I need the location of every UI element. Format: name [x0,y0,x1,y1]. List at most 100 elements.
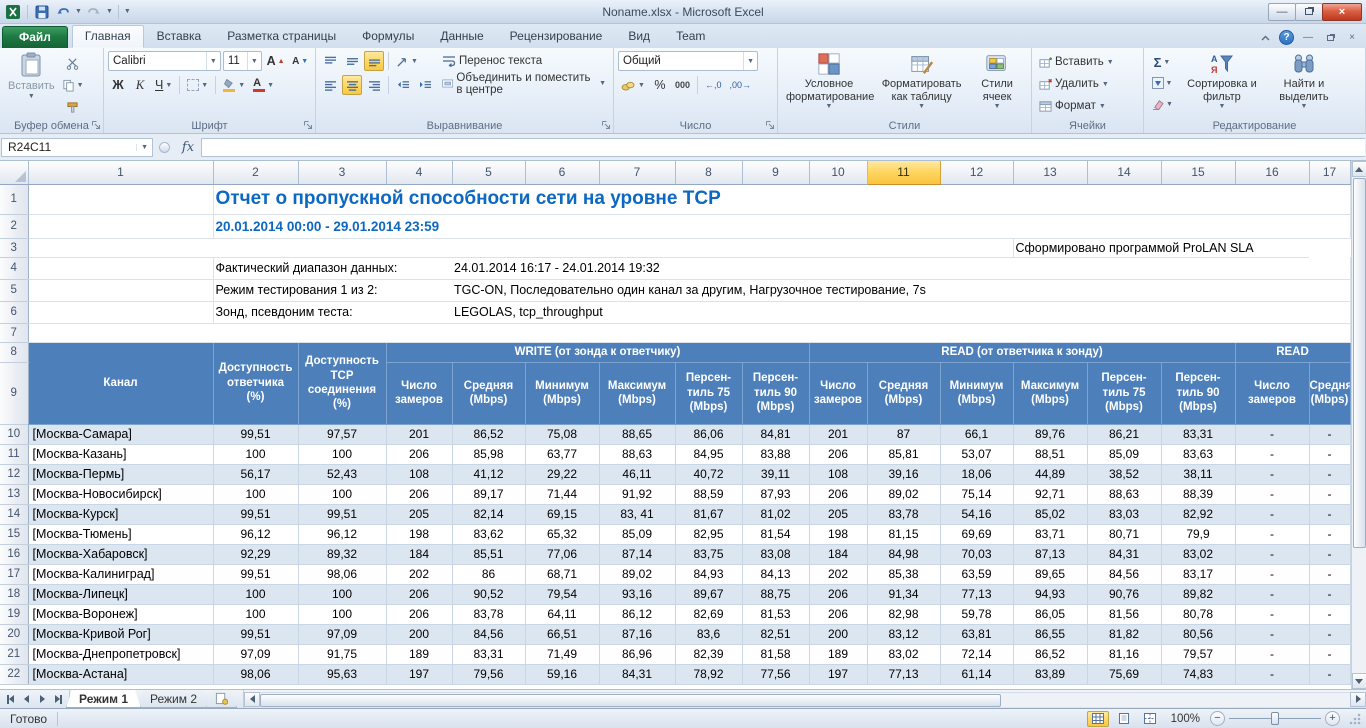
value-cell[interactable]: 206 [809,484,867,504]
value-cell[interactable]: 205 [386,504,452,524]
vertical-scrollbar[interactable] [1351,161,1366,689]
row-header[interactable]: 15 [0,524,28,544]
value-cell[interactable]: 79,57 [1161,644,1235,664]
value-cell[interactable]: 39,11 [742,464,809,484]
value-cell[interactable]: - [1235,424,1309,444]
value-cell[interactable]: 87,93 [742,484,809,504]
tab-view[interactable]: Вид [615,25,663,48]
value-cell[interactable]: 83,31 [452,644,525,664]
value-cell[interactable]: 86 [452,564,525,584]
column-header[interactable]: 17 [1309,161,1350,184]
zoom-out-icon[interactable]: − [1210,711,1225,726]
value-cell[interactable]: 77,13 [867,664,940,684]
value-cell[interactable]: 201 [386,424,452,444]
value-cell[interactable]: 100 [298,604,386,624]
decrease-indent-button[interactable] [393,75,413,95]
value-cell[interactable]: 84,13 [742,564,809,584]
value-cell[interactable]: - [1235,484,1309,504]
value-cell[interactable]: 75,14 [940,484,1013,504]
value-cell[interactable]: 206 [386,584,452,604]
channel-cell[interactable]: [Москва-Калиниград] [28,564,213,584]
value-cell[interactable]: 71,49 [525,644,599,664]
report-title-cell[interactable]: Отчет о пропускной способности сети на у… [213,184,809,214]
value-cell[interactable]: 197 [809,664,867,684]
value-cell[interactable]: 84,93 [675,564,742,584]
value-cell[interactable]: 85,02 [1013,504,1087,524]
value-cell[interactable]: - [1309,544,1350,564]
value-cell[interactable]: 91,75 [298,644,386,664]
row-header[interactable]: 4 [0,257,28,279]
value-cell[interactable]: 89,32 [298,544,386,564]
row-header[interactable]: 20 [0,624,28,644]
value-cell[interactable]: 85,09 [1087,444,1161,464]
value-cell[interactable]: 83,6 [675,624,742,644]
value-cell[interactable]: 82,95 [675,524,742,544]
value-cell[interactable]: 97,09 [298,624,386,644]
value-cell[interactable]: - [1235,584,1309,604]
column-header[interactable]: 15 [1161,161,1235,184]
channel-cell[interactable]: [Москва-Астана] [28,664,213,684]
channel-cell[interactable]: [Москва-Казань] [28,444,213,464]
row-header[interactable]: 8 [0,342,28,362]
align-left-button[interactable] [320,75,340,95]
column-header[interactable]: 16 [1235,161,1309,184]
value-cell[interactable]: 75,08 [525,424,599,444]
value-cell[interactable]: 80,71 [1087,524,1161,544]
value-cell[interactable]: 88,63 [1087,484,1161,504]
metric-header[interactable]: Минимум (Mbps) [525,362,599,424]
clear-button[interactable]: ▼ [1148,94,1176,114]
value-cell[interactable]: 81,53 [742,604,809,624]
report-period-cell[interactable]: 20.01.2014 00:00 - 29.01.2014 23:59 [213,214,675,238]
empty-cell[interactable] [1087,279,1350,301]
tab-team[interactable]: Team [663,25,718,48]
meta-value-cell[interactable]: LEGOLAS, tcp_throughput [452,301,1087,323]
metric-header[interactable]: Число замеров [386,362,452,424]
channel-column-header[interactable]: Канал [28,342,213,424]
value-cell[interactable]: 86,21 [1087,424,1161,444]
availability-column-header[interactable]: Доступность ответчика (%) [213,342,298,424]
alignment-dialog-launcher-icon[interactable] [601,120,612,131]
empty-cell[interactable] [28,323,1350,342]
number-dialog-launcher-icon[interactable] [765,120,776,131]
generated-by-cell[interactable]: Сформировано программой ProLAN SLA [1013,238,1309,257]
value-cell[interactable]: 98,06 [213,664,298,684]
value-cell[interactable]: 100 [213,444,298,464]
value-cell[interactable]: 72,14 [940,644,1013,664]
font-size-select[interactable]: 11 ▼ [223,51,262,71]
value-cell[interactable]: - [1309,424,1350,444]
value-cell[interactable]: 81,56 [1087,604,1161,624]
paste-dropdown-icon[interactable]: ▼ [28,93,35,100]
value-cell[interactable]: 66,1 [940,424,1013,444]
row-header[interactable]: 17 [0,564,28,584]
value-cell[interactable]: 99,51 [213,624,298,644]
row-header[interactable]: 13 [0,484,28,504]
value-cell[interactable]: - [1309,444,1350,464]
undo-dropdown-icon[interactable]: ▼ [75,8,82,15]
value-cell[interactable]: 63,77 [525,444,599,464]
value-cell[interactable]: - [1309,584,1350,604]
value-cell[interactable]: 91,92 [599,484,675,504]
value-cell[interactable]: 64,11 [525,604,599,624]
value-cell[interactable]: 200 [386,624,452,644]
empty-cell[interactable] [28,238,1013,257]
value-cell[interactable]: 83, 41 [599,504,675,524]
value-cell[interactable]: 84,56 [1087,564,1161,584]
italic-button[interactable]: К [130,75,150,95]
metric-header[interactable]: Число замеров [1235,362,1309,424]
align-center-button[interactable] [342,75,362,95]
align-right-button[interactable] [364,75,384,95]
value-cell[interactable]: 201 [809,424,867,444]
value-cell[interactable]: 86,05 [1013,604,1087,624]
value-cell[interactable]: 87,13 [1013,544,1087,564]
scroll-right-icon[interactable] [1350,692,1366,707]
collapse-ribbon-icon[interactable] [1257,31,1273,45]
metric-header[interactable]: Минимум (Mbps) [940,362,1013,424]
value-cell[interactable]: 86,06 [675,424,742,444]
value-cell[interactable]: 18,06 [940,464,1013,484]
value-cell[interactable]: 97,57 [298,424,386,444]
merge-center-button[interactable]: Объединить и поместить в центре ▼ [439,73,609,94]
empty-cell[interactable] [28,279,213,301]
value-cell[interactable]: 81,16 [1087,644,1161,664]
value-cell[interactable]: - [1309,504,1350,524]
value-cell[interactable]: 81,82 [1087,624,1161,644]
